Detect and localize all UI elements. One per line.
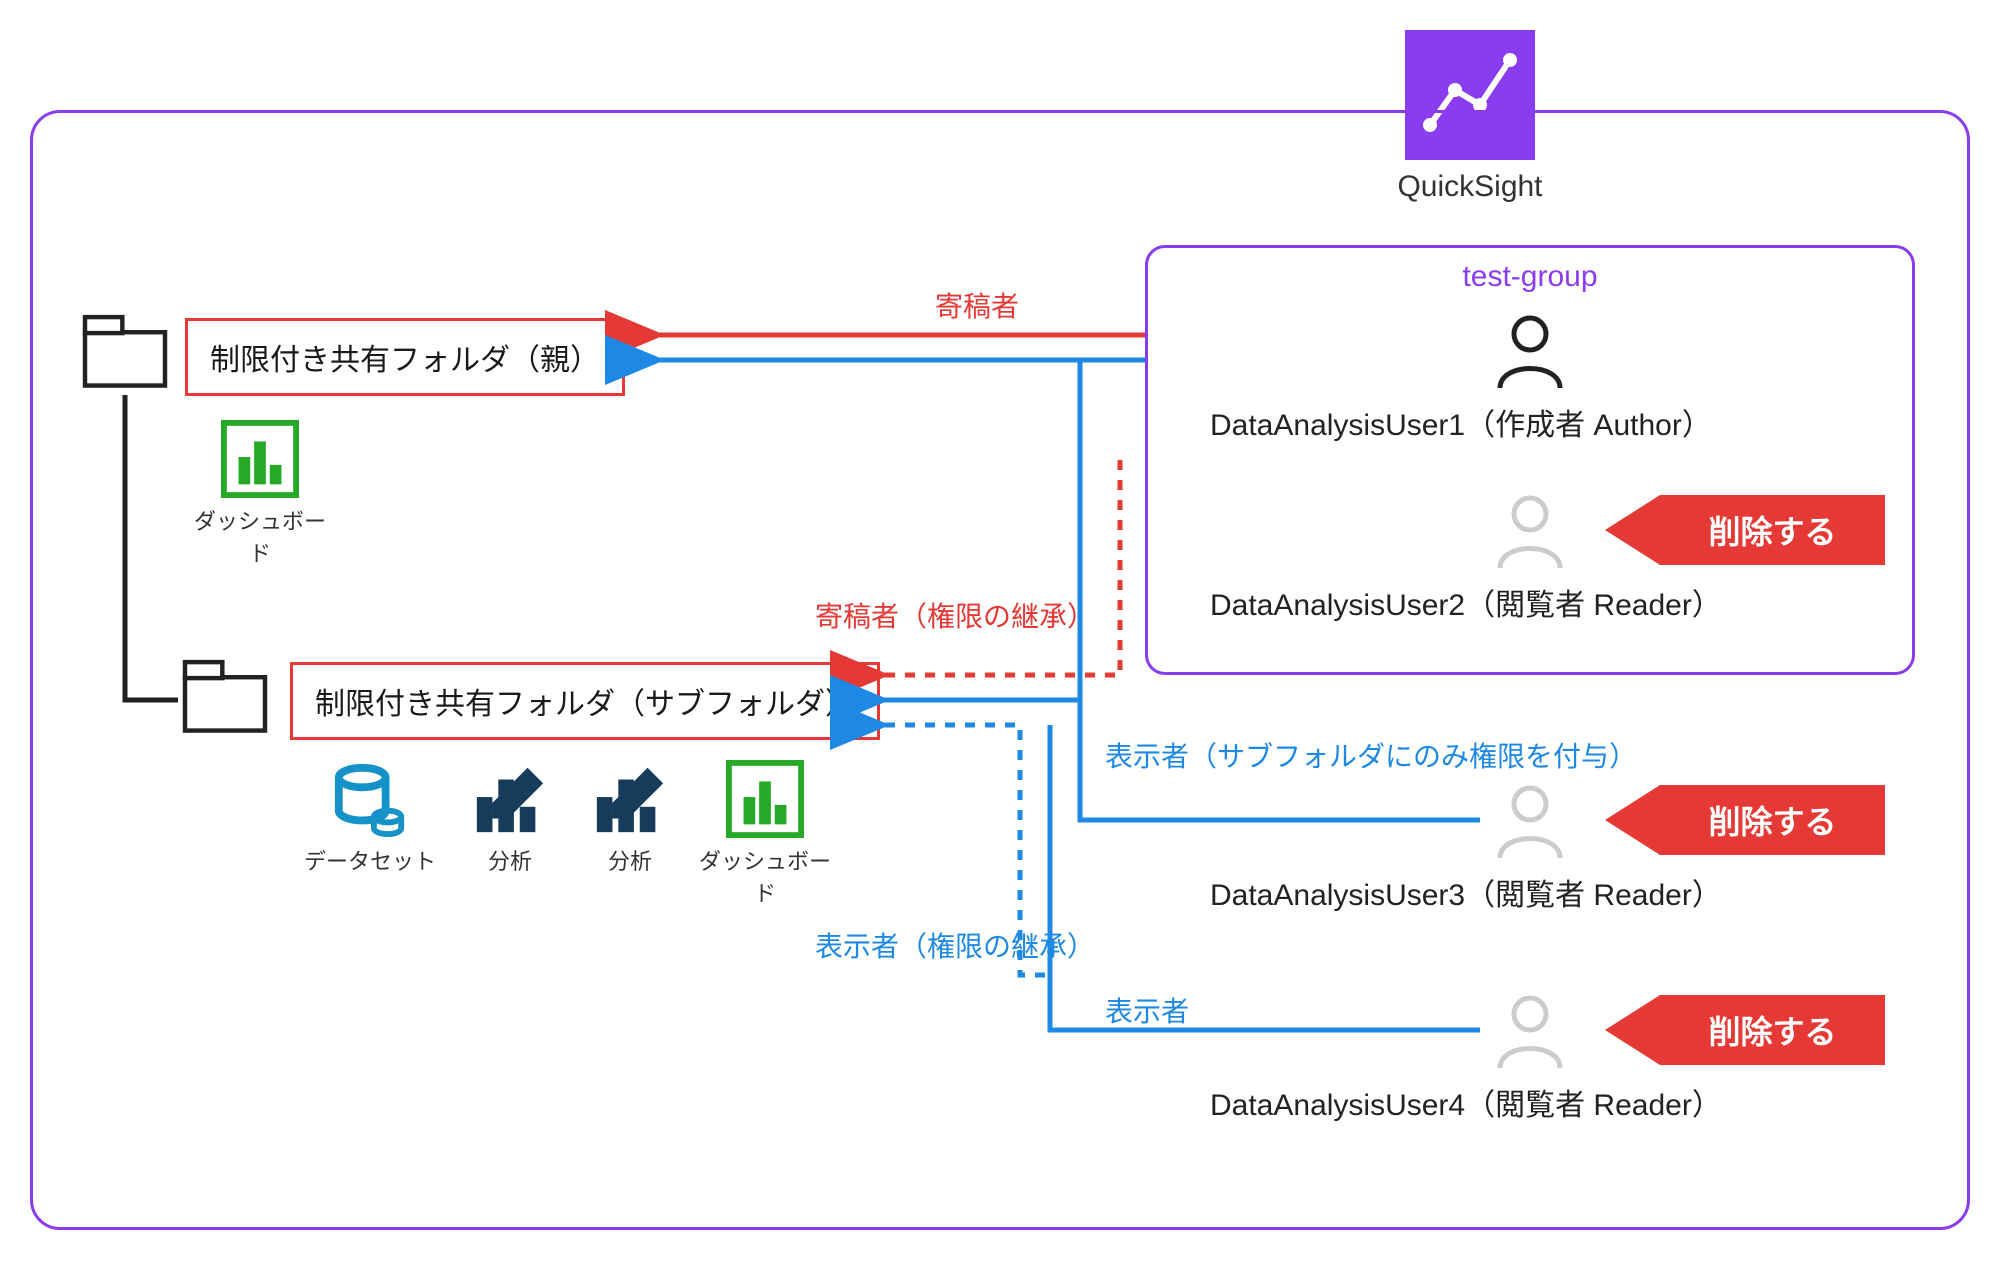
asset-dashboard-label: ダッシュボード [690, 844, 840, 908]
delete-label: 削除する [1660, 495, 1885, 565]
delete-label: 削除する [1660, 785, 1885, 855]
flow-contributor-inherited-label: 寄稿者（権限の継承） [815, 595, 1095, 635]
flow-viewer-subonly-label: 表示者（サブフォルダにのみ権限を付与） [1105, 735, 1637, 775]
asset-analysis-1: 分析 [460, 760, 560, 876]
user-icon [1490, 490, 1570, 570]
delete-arrow-user2: 削除する [1605, 495, 1885, 565]
asset-analysis-2: 分析 [580, 760, 680, 876]
sub-folder-label: 制限付き共有フォルダ（サブフォルダ） [290, 662, 880, 740]
folder-icon [80, 310, 170, 390]
parent-folder-label: 制限付き共有フォルダ（親） [185, 318, 625, 396]
asset-dataset: データセット [300, 760, 440, 876]
flow-viewer-inherited-label: 表示者（権限の継承） [815, 925, 1095, 965]
group-name: test-group [1145, 260, 1915, 294]
asset-analysis-label: 分析 [580, 844, 680, 876]
user1-label: DataAnalysisUser1（作成者 Author） [1210, 400, 1712, 444]
user-icon [1490, 990, 1570, 1070]
folder-icon [180, 655, 270, 735]
asset-dashboard-sub: ダッシュボード [690, 760, 840, 908]
delete-label: 削除する [1660, 995, 1885, 1065]
user-icon [1490, 310, 1570, 390]
flow-contributor-label: 寄稿者 [935, 285, 1019, 325]
asset-analysis-label: 分析 [460, 844, 560, 876]
asset-dashboard-parent: ダッシュボード [185, 420, 335, 568]
diagram-canvas: QuickSight test-group 制限付き共有フォルダ（親） ダッシュ… [0, 0, 2000, 1287]
delete-arrow-user4: 削除する [1605, 995, 1885, 1065]
user2-label: DataAnalysisUser2（閲覧者 Reader） [1210, 580, 1722, 624]
user4-label: DataAnalysisUser4（閲覧者 Reader） [1210, 1080, 1722, 1124]
delete-arrow-user3: 削除する [1605, 785, 1885, 855]
user3-label: DataAnalysisUser3（閲覧者 Reader） [1210, 870, 1722, 914]
asset-dataset-label: データセット [300, 844, 440, 876]
asset-dashboard-label: ダッシュボード [185, 504, 335, 568]
flow-viewer-label: 表示者 [1105, 990, 1189, 1030]
user-icon [1490, 780, 1570, 860]
